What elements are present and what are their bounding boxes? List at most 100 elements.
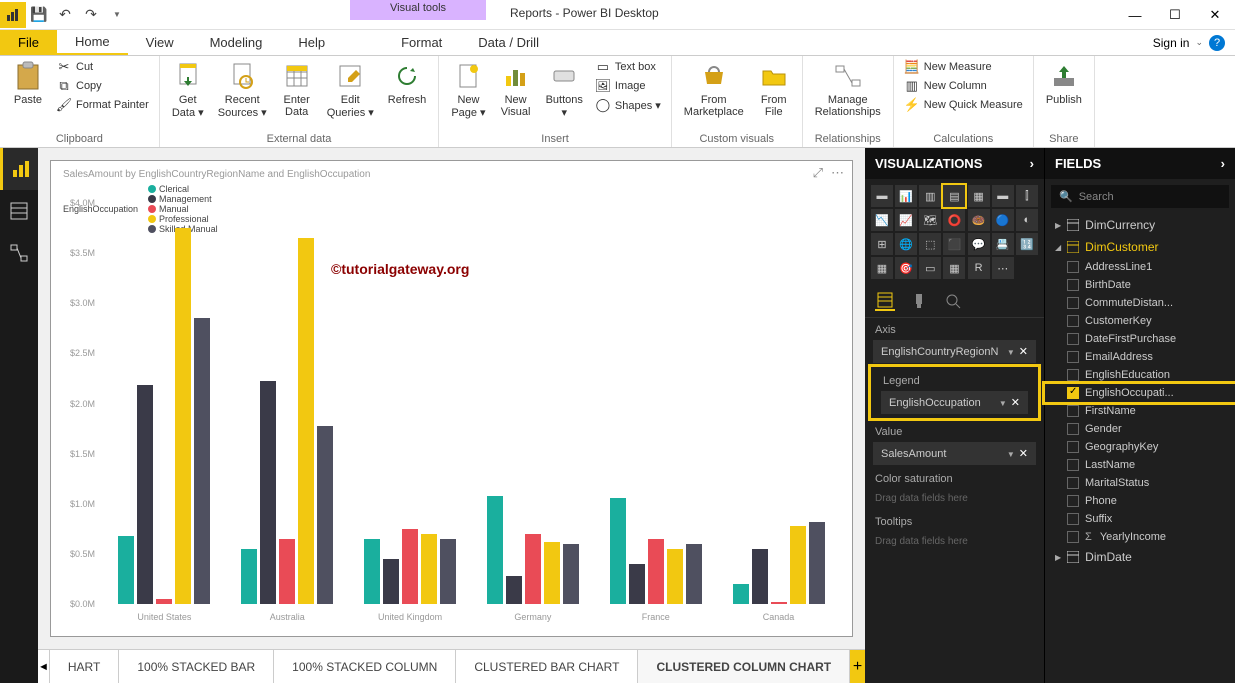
remove-icon[interactable]: ✕ xyxy=(1011,397,1020,409)
viz-type-tile[interactable]: ⋯ xyxy=(992,257,1014,279)
bar[interactable] xyxy=(260,381,276,604)
sign-in-button[interactable]: Sign in ⌄ ? xyxy=(1143,30,1235,55)
refresh-button[interactable]: Refresh xyxy=(382,58,433,108)
bar[interactable] xyxy=(487,496,503,604)
viz-type-tile[interactable]: ⬚ xyxy=(919,233,941,255)
viz-type-tile[interactable]: ⊞ xyxy=(871,233,893,255)
field-row[interactable]: Gender xyxy=(1045,420,1235,438)
viz-type-tile[interactable]: 🌐 xyxy=(895,233,917,255)
viz-type-tile[interactable]: ▬ xyxy=(992,185,1014,207)
publish-button[interactable]: Publish xyxy=(1040,58,1088,108)
model-view-button[interactable] xyxy=(0,232,38,274)
report-canvas[interactable]: ⤢ ⋯ SalesAmount by EnglishCountryRegionN… xyxy=(38,148,865,649)
minimize-button[interactable]: — xyxy=(1115,0,1155,30)
bar[interactable] xyxy=(298,238,314,604)
new-visual-button[interactable]: New Visual xyxy=(494,58,538,120)
field-row[interactable]: MaritalStatus xyxy=(1045,474,1235,492)
fields-header[interactable]: FIELDS› xyxy=(1045,148,1235,179)
file-tab[interactable]: File xyxy=(0,30,57,55)
viz-type-tile[interactable]: ▭ xyxy=(919,257,941,279)
new-page-button[interactable]: New Page ▾ xyxy=(445,58,491,121)
field-row[interactable]: EnglishOccupati... xyxy=(1045,384,1235,402)
checkbox[interactable] xyxy=(1067,297,1079,309)
viz-type-tile[interactable]: ⫿ xyxy=(1016,185,1038,207)
checkbox[interactable] xyxy=(1067,261,1079,273)
bar[interactable] xyxy=(686,544,702,604)
bar[interactable] xyxy=(421,534,437,604)
new-column-button[interactable]: ▥New Column xyxy=(900,77,1027,95)
analytics-tab-icon[interactable] xyxy=(943,291,963,311)
copy-button[interactable]: ⧉Copy xyxy=(52,77,153,95)
field-row[interactable]: BirthDate xyxy=(1045,276,1235,294)
page-tab-2[interactable]: 100% STACKED COLUMN xyxy=(274,650,456,683)
viz-type-tile[interactable]: R xyxy=(968,257,990,279)
data-view-button[interactable] xyxy=(0,190,38,232)
field-row[interactable]: Phone xyxy=(1045,492,1235,510)
scroll-left-button[interactable]: ◄ xyxy=(38,650,50,683)
bar[interactable] xyxy=(402,529,418,604)
bar[interactable] xyxy=(506,576,522,604)
value-well-item[interactable]: SalesAmount▼✕ xyxy=(873,442,1036,465)
checkbox[interactable] xyxy=(1067,333,1079,345)
edit-queries-button[interactable]: Edit Queries ▾ xyxy=(321,58,380,121)
chart-visual[interactable]: ⤢ ⋯ SalesAmount by EnglishCountryRegionN… xyxy=(50,160,853,637)
viz-type-tile[interactable]: ▦ xyxy=(943,257,965,279)
page-tab-1[interactable]: 100% STACKED BAR xyxy=(119,650,274,683)
buttons-button[interactable]: Buttons ▾ xyxy=(540,58,589,121)
checkbox[interactable] xyxy=(1067,513,1079,525)
viz-type-tile[interactable]: ▤ xyxy=(943,185,965,207)
more-options-icon[interactable]: ⋯ xyxy=(831,165,844,181)
help-tab[interactable]: Help xyxy=(280,30,343,55)
checkbox[interactable] xyxy=(1067,369,1079,381)
checkbox[interactable] xyxy=(1067,279,1079,291)
remove-icon[interactable]: ✕ xyxy=(1019,448,1028,460)
bar[interactable] xyxy=(809,522,825,604)
data-drill-tab[interactable]: Data / Drill xyxy=(460,30,557,55)
viz-type-tile[interactable]: ⬛ xyxy=(943,233,965,255)
bar[interactable] xyxy=(383,559,399,604)
fields-search-input[interactable]: 🔍Search xyxy=(1051,185,1229,208)
field-row[interactable]: LastName xyxy=(1045,456,1235,474)
bar[interactable] xyxy=(525,534,541,604)
field-row[interactable]: AddressLine1 xyxy=(1045,258,1235,276)
bar[interactable] xyxy=(648,539,664,604)
format-tab[interactable]: Format xyxy=(383,30,460,55)
enter-data-button[interactable]: Enter Data xyxy=(275,58,319,120)
checkbox[interactable] xyxy=(1067,315,1079,327)
viz-type-tile[interactable]: 🎯 xyxy=(895,257,917,279)
recent-sources-button[interactable]: Recent Sources ▾ xyxy=(212,58,273,121)
bar[interactable] xyxy=(733,584,749,604)
text-box-button[interactable]: ▭Text box xyxy=(591,58,665,76)
qat-dropdown-icon[interactable]: ▼ xyxy=(104,2,130,28)
viz-type-tile[interactable]: ▥ xyxy=(919,185,941,207)
checkbox[interactable] xyxy=(1067,405,1079,417)
close-button[interactable]: ✕ xyxy=(1195,0,1235,30)
bar[interactable] xyxy=(440,539,456,604)
bar[interactable] xyxy=(667,549,683,604)
page-tab-0[interactable]: HART xyxy=(50,650,119,683)
bar[interactable] xyxy=(118,536,134,604)
bar[interactable] xyxy=(364,539,380,604)
field-row[interactable]: CommuteDistan... xyxy=(1045,294,1235,312)
from-file-button[interactable]: From File xyxy=(752,58,796,120)
help-icon[interactable]: ? xyxy=(1209,35,1225,51)
bar[interactable] xyxy=(241,549,257,604)
home-tab[interactable]: Home xyxy=(57,30,128,55)
tooltips-placeholder[interactable]: Drag data fields here xyxy=(865,530,1044,553)
checkbox[interactable] xyxy=(1067,477,1079,489)
field-row[interactable]: CustomerKey xyxy=(1045,312,1235,330)
bar[interactable] xyxy=(175,228,191,604)
new-measure-button[interactable]: 🧮New Measure xyxy=(900,58,1027,76)
view-tab[interactable]: View xyxy=(128,30,192,55)
fields-tab-icon[interactable] xyxy=(875,291,895,311)
add-page-button[interactable]: + xyxy=(850,650,865,683)
bar[interactable] xyxy=(156,599,172,604)
viz-type-tile[interactable]: 📊 xyxy=(895,185,917,207)
checkbox[interactable] xyxy=(1067,351,1079,363)
focus-mode-icon[interactable]: ⤢ xyxy=(813,165,823,181)
new-quick-measure-button[interactable]: ⚡New Quick Measure xyxy=(900,96,1027,114)
viz-type-tile[interactable]: 🍩 xyxy=(968,209,990,231)
save-icon[interactable]: 💾 xyxy=(26,2,52,28)
table-dim-customer[interactable]: ◢DimCustomer xyxy=(1045,236,1235,258)
viz-type-tile[interactable]: 🔵 xyxy=(992,209,1014,231)
